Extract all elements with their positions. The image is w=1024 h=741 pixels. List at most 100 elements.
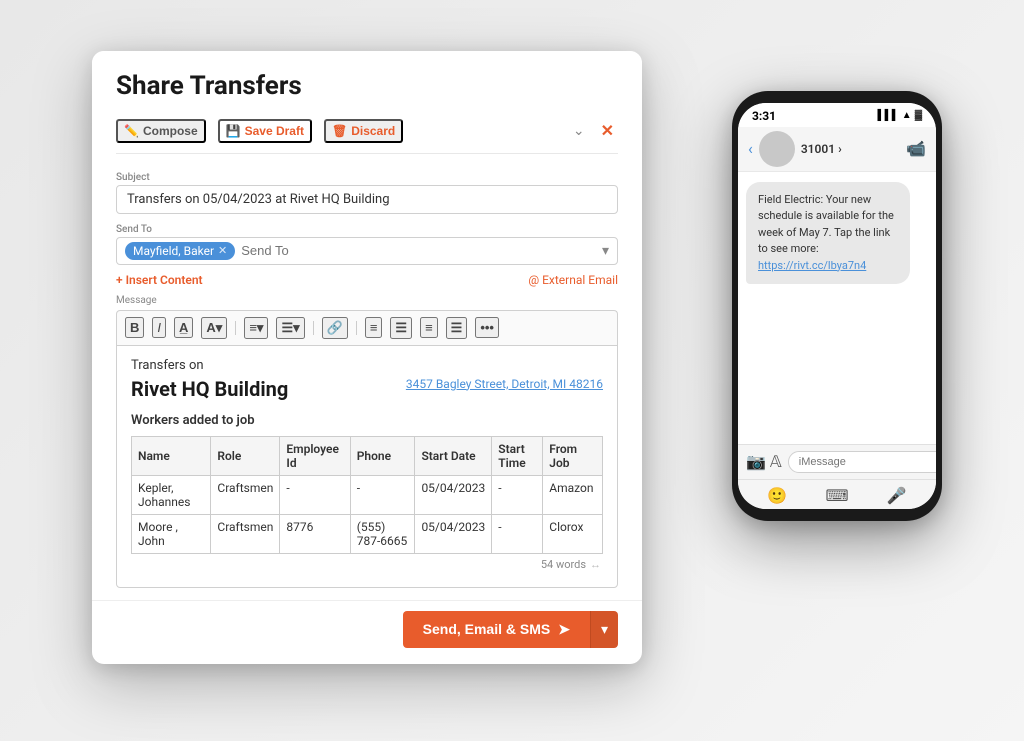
numbered-list-button[interactable]: ☰▾ — [276, 317, 304, 339]
phone-status-bar: 3:31 ▌▌▌ ▲ ▓ — [738, 103, 936, 127]
subject-label: Subject — [116, 172, 618, 183]
table-row: Moore , JohnCraftsmen8776(555) 787-66650… — [132, 514, 603, 553]
table-cell-1-5: - — [492, 514, 543, 553]
phone-status-icons: ▌▌▌ ▲ ▓ — [878, 110, 922, 121]
col-header-employee-id: Employee Id — [280, 436, 350, 475]
table-cell-0-4: 05/04/2023 — [415, 475, 492, 514]
window-title-area: Share Transfers ✏️ Compose 💾 Save Draft … — [92, 51, 642, 162]
toolbar-divider-3 — [356, 321, 357, 335]
message-toolbar: B I A̲ A▾ ≡▾ ☰▾ 🔗 ≡ ☰ ≡ ☰ ••• — [116, 310, 618, 345]
save-icon: 💾 — [226, 124, 241, 138]
align-justify-button[interactable]: ☰ — [446, 317, 468, 339]
chevron-down-icon[interactable]: ⌄ — [569, 121, 589, 141]
form-area: Subject Transfers on 05/04/2023 at Rivet… — [92, 172, 642, 600]
send-arrow-icon: ➤ — [558, 621, 570, 638]
send-to-dropdown-icon[interactable]: ▾ — [602, 243, 609, 259]
table-cell-0-3: - — [350, 475, 415, 514]
table-cell-1-4: 05/04/2023 — [415, 514, 492, 553]
apps-icon[interactable]: 𝔸 — [770, 452, 782, 471]
underline-button[interactable]: A̲ — [174, 317, 193, 338]
email-compose-window: Share Transfers ✏️ Compose 💾 Save Draft … — [92, 51, 642, 664]
emoji-icon[interactable]: 🙂 — [767, 486, 787, 505]
more-options-button[interactable]: ••• — [475, 317, 499, 338]
subject-input[interactable]: Transfers on 05/04/2023 at Rivet HQ Buil… — [116, 185, 618, 214]
send-email-sms-button[interactable]: Send, Email & SMS ➤ — [403, 611, 590, 648]
chevron-down-icon: ▾ — [601, 621, 608, 637]
phone-input-bar: 📷 𝔸 🎤 — [738, 444, 936, 479]
col-header-role: Role — [211, 436, 280, 475]
discard-button[interactable]: 🗑 Discard — [324, 119, 403, 143]
insert-row: + Insert Content @ External Email — [116, 265, 618, 295]
signal-icon: ▌▌▌ — [878, 110, 899, 121]
toolbar-divider-2 — [313, 321, 314, 335]
phone-imessage-input[interactable] — [788, 451, 936, 473]
save-draft-button[interactable]: 💾 Save Draft — [218, 119, 312, 143]
link-button[interactable]: 🔗 — [322, 317, 348, 339]
close-icon[interactable]: ✕ — [597, 119, 618, 142]
workers-added-label: Workers added to job — [131, 413, 603, 428]
discard-icon: 🗑 — [332, 124, 347, 138]
msg-transfers-on: Transfers on — [131, 358, 603, 373]
phone-back-button[interactable]: ‹ — [748, 139, 753, 158]
col-header-start-date: Start Date — [415, 436, 492, 475]
toolbar: ✏️ Compose 💾 Save Draft 🗑 Discard ⌄ ✕ — [116, 113, 618, 154]
phone-contact-name[interactable]: 31001 › — [801, 142, 842, 156]
bullet-list-button[interactable]: ≡▾ — [244, 317, 268, 339]
phone-time: 3:31 — [752, 109, 776, 123]
table-cell-0-0: Kepler, Johannes — [132, 475, 211, 514]
external-email-button[interactable]: @ External Email — [528, 273, 618, 287]
compose-button[interactable]: ✏️ Compose — [116, 119, 206, 143]
at-icon: @ — [528, 273, 539, 287]
table-cell-0-6: Amazon — [543, 475, 603, 514]
insert-content-button[interactable]: + Insert Content — [116, 273, 203, 287]
send-to-input-row[interactable]: Mayfield, Baker ✕ ▾ — [116, 237, 618, 265]
phone-header: ‹ 31001 › 📹 — [738, 127, 936, 172]
align-left-button[interactable]: ≡ — [365, 317, 383, 338]
phone-bottom-bar: 🙂 ⌨ 🎤 — [738, 479, 936, 509]
align-center-button[interactable]: ☰ — [390, 317, 412, 339]
message-label: Message — [116, 295, 618, 306]
phone-screen: 3:31 ▌▌▌ ▲ ▓ ‹ 31001 › 📹 Field Electric:… — [738, 103, 936, 509]
table-cell-1-6: Clorox — [543, 514, 603, 553]
keyboard-icon[interactable]: ⌨ — [825, 486, 848, 505]
send-to-label: Send To — [116, 224, 618, 235]
phone-input-icons: 📷 𝔸 — [746, 452, 782, 471]
msg-building-row: Rivet HQ Building 3457 Bagley Street, De… — [131, 377, 603, 403]
window-title: Share Transfers — [116, 71, 618, 101]
subject-field-group: Subject Transfers on 05/04/2023 at Rivet… — [116, 172, 618, 214]
col-header-start-time: Start Time — [492, 436, 543, 475]
align-right-button[interactable]: ≡ — [420, 317, 438, 338]
phone-video-icon[interactable]: 📹 — [906, 139, 926, 158]
msg-address-link[interactable]: 3457 Bagley Street, Detroit, MI 48216 — [406, 377, 603, 391]
battery-icon: ▓ — [915, 110, 922, 121]
italic-button[interactable]: I — [152, 317, 166, 338]
pencil-icon: ✏️ — [124, 124, 139, 138]
phone-mockup: 3:31 ▌▌▌ ▲ ▓ ‹ 31001 › 📹 Field Electric:… — [732, 91, 942, 521]
recipient-chip[interactable]: Mayfield, Baker ✕ — [125, 242, 235, 260]
phone-avatar — [759, 131, 795, 167]
send-dropdown-button[interactable]: ▾ — [590, 611, 618, 648]
phone-messages: Field Electric: Your new schedule is ava… — [738, 172, 936, 444]
sms-link[interactable]: https://rivt.cc/lbya7n4 — [758, 259, 866, 272]
sms-message-text: Field Electric: Your new schedule is ava… — [758, 193, 894, 272]
col-header-from-job: From Job — [543, 436, 603, 475]
table-cell-1-0: Moore , John — [132, 514, 211, 553]
send-to-field-group: Send To Mayfield, Baker ✕ ▾ — [116, 224, 618, 265]
wifi-icon: ▲ — [902, 110, 912, 121]
bold-button[interactable]: B — [125, 317, 144, 338]
text-color-button[interactable]: A▾ — [201, 317, 227, 339]
word-count: 54 words ↔ — [131, 554, 603, 575]
camera-icon[interactable]: 📷 — [746, 452, 766, 471]
table-cell-1-2: 8776 — [280, 514, 350, 553]
toolbar-divider-1 — [235, 321, 236, 335]
table-row: Kepler, JohannesCraftsmen--05/04/2023-Am… — [132, 475, 603, 514]
send-to-search-input[interactable] — [241, 243, 596, 258]
chip-close-icon[interactable]: ✕ — [218, 244, 227, 257]
col-header-name: Name — [132, 436, 211, 475]
resize-handle[interactable]: ↔ — [590, 558, 601, 571]
send-button-row: Send, Email & SMS ➤ ▾ — [92, 600, 642, 664]
mic-icon[interactable]: 🎤 — [887, 486, 907, 505]
table-header-row: Name Role Employee Id Phone Start Date S… — [132, 436, 603, 475]
col-header-phone: Phone — [350, 436, 415, 475]
message-body[interactable]: Transfers on Rivet HQ Building 3457 Bagl… — [116, 345, 618, 588]
